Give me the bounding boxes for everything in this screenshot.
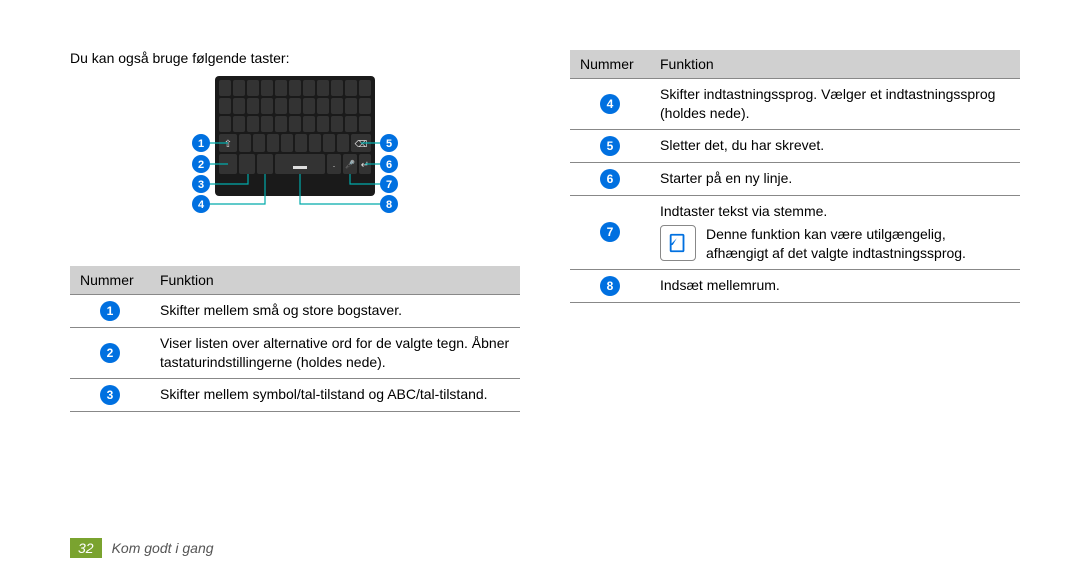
table-row: 2 Viser listen over alternative ord for … xyxy=(70,328,520,379)
svg-text:6: 6 xyxy=(386,159,392,171)
table-row: 7 Indtaster tekst via stemme. Denne funk… xyxy=(570,195,1020,269)
table-header: Nummer xyxy=(570,50,650,79)
svg-text:1: 1 xyxy=(198,138,204,150)
keyboard-illustration: ⇧ ⌫ . 🎤 ↵ xyxy=(165,76,425,246)
svg-text:4: 4 xyxy=(198,199,205,211)
table-cell: Indsæt mellemrum. xyxy=(650,269,1020,302)
cell-main-text: Indtaster tekst via stemme. xyxy=(660,202,1010,221)
table-cell: Viser listen over alternative ord for de… xyxy=(150,328,520,379)
number-badge: 3 xyxy=(100,385,120,405)
table-cell: Skifter indtastningssprog. Vælger et ind… xyxy=(650,79,1020,130)
svg-text:.: . xyxy=(333,159,336,169)
page-footer: 32 Kom godt i gang xyxy=(70,538,214,558)
table-cell: Sletter det, du har skrevet. xyxy=(650,129,1020,162)
note-text: Denne funktion kan være utilgængelig, af… xyxy=(706,225,1010,263)
svg-text:🎤: 🎤 xyxy=(345,159,355,169)
svg-text:2: 2 xyxy=(198,159,204,171)
table-row: 5 Sletter det, du har skrevet. xyxy=(570,129,1020,162)
right-column: Nummer Funktion 4 Skifter indtastningssp… xyxy=(570,50,1020,412)
section-title: Kom godt i gang xyxy=(112,540,214,556)
svg-text:5: 5 xyxy=(386,138,392,150)
table-cell: Skifter mellem symbol/tal-tilstand og AB… xyxy=(150,378,520,411)
table-row: 8 Indsæt mellemrum. xyxy=(570,269,1020,302)
table-cell: Skifter mellem små og store bogstaver. xyxy=(150,295,520,328)
svg-text:⌫: ⌫ xyxy=(355,139,368,149)
number-badge: 8 xyxy=(600,276,620,296)
number-badge: 5 xyxy=(600,136,620,156)
number-badge: 4 xyxy=(600,94,620,114)
svg-text:8: 8 xyxy=(386,199,392,211)
svg-text:⇧: ⇧ xyxy=(224,139,232,150)
left-column: Du kan også bruge følgende taster: ⇧ xyxy=(70,50,520,412)
number-badge: 6 xyxy=(600,169,620,189)
number-badge: 7 xyxy=(600,222,620,242)
svg-text:7: 7 xyxy=(386,179,392,191)
keyboard-function-table-right: Nummer Funktion 4 Skifter indtastningssp… xyxy=(570,50,1020,303)
number-badge: 2 xyxy=(100,343,120,363)
page-number: 32 xyxy=(70,538,102,558)
table-header: Funktion xyxy=(150,266,520,295)
table-header: Funktion xyxy=(650,50,1020,79)
number-badge: 1 xyxy=(100,301,120,321)
svg-text:3: 3 xyxy=(198,179,204,191)
table-row: 6 Starter på en ny linje. xyxy=(570,162,1020,195)
keyboard-figure: ⇧ ⌫ . 🎤 ↵ xyxy=(70,76,520,246)
table-cell: Starter på en ny linje. xyxy=(650,162,1020,195)
table-cell: Indtaster tekst via stemme. Denne funkti… xyxy=(650,195,1020,269)
keyboard-function-table-left: Nummer Funktion 1 Skifter mellem små og … xyxy=(70,266,520,412)
table-row: 3 Skifter mellem symbol/tal-tilstand og … xyxy=(70,378,520,411)
intro-text: Du kan også bruge følgende taster: xyxy=(70,50,520,66)
note-icon xyxy=(660,225,696,261)
svg-text:↵: ↵ xyxy=(361,160,369,171)
table-row: 1 Skifter mellem små og store bogstaver. xyxy=(70,295,520,328)
table-header: Nummer xyxy=(70,266,150,295)
table-row: 4 Skifter indtastningssprog. Vælger et i… xyxy=(570,79,1020,130)
